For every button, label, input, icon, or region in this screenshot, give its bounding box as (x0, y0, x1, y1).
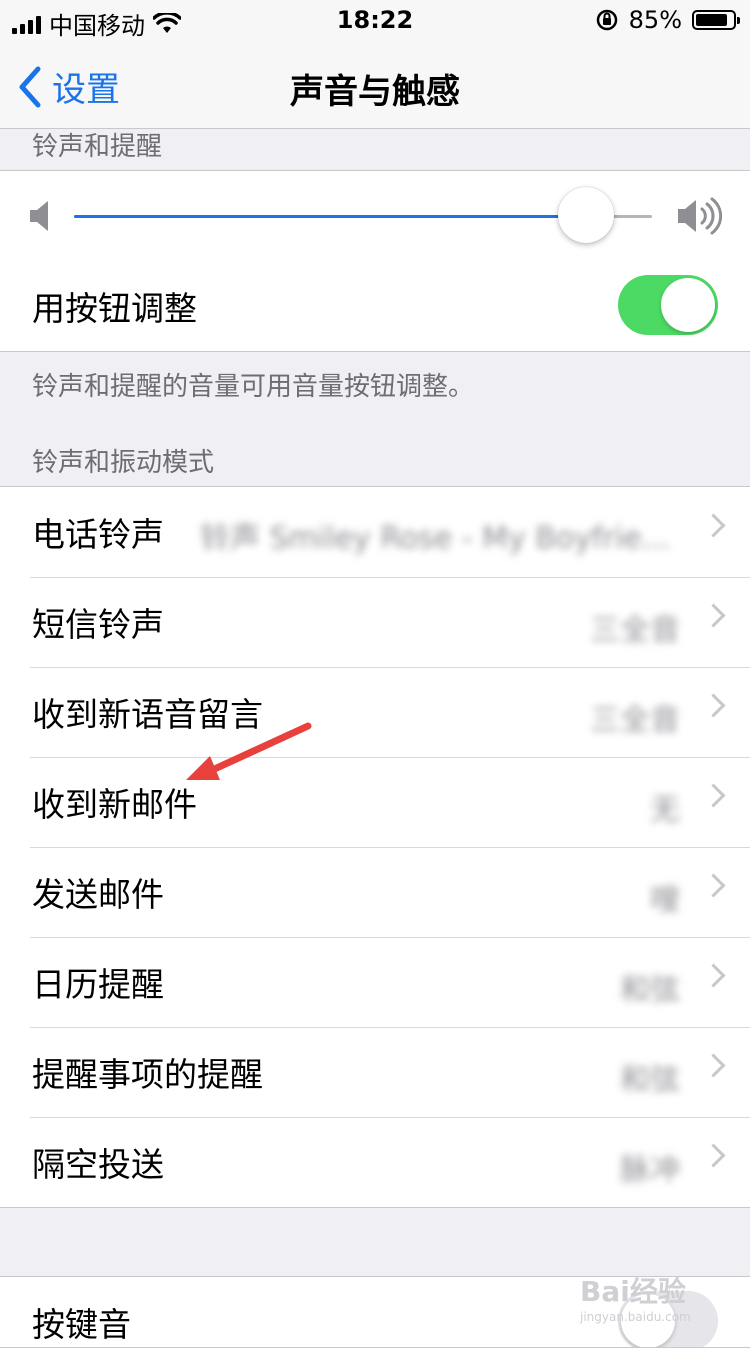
annotation-arrow-icon (186, 722, 312, 780)
ringer-group: 用按钮调整 (0, 170, 750, 352)
page-title: 声音与触感 (290, 72, 460, 112)
navigation-bar: 设置 声音与触感 (0, 40, 750, 129)
watermark-logo: Bai经验 jingyan.baidu.com (580, 1275, 691, 1324)
chevron-right-icon (701, 963, 726, 988)
list-item-ringtone[interactable]: 电话铃声 铃声 Smiley Rose - My Boyfrie... (0, 487, 750, 577)
patterns-group: 电话铃声 铃声 Smiley Rose - My Boyfrie... 短信铃声… (0, 486, 750, 1208)
list-item-new-mail[interactable]: 收到新邮件 无 (0, 757, 750, 847)
list-item-value: 和弦 (620, 973, 680, 1008)
chevron-right-icon (701, 1143, 726, 1168)
chevron-right-icon (701, 1053, 726, 1078)
status-bar: 中国移动 18:22 85% (0, 0, 750, 40)
keyboard-clicks-label: 按键音 (32, 1305, 131, 1344)
list-item-text-tone[interactable]: 短信铃声 三全音 (0, 577, 750, 667)
battery-icon (692, 10, 740, 30)
list-item-value: 无 (650, 793, 680, 828)
list-item-value: 和弦 (620, 1063, 680, 1098)
list-item-value: 嗖 (650, 883, 680, 918)
list-item-sent-mail[interactable]: 发送邮件 嗖 (0, 847, 750, 937)
list-item-label: 收到新邮件 (32, 785, 197, 824)
change-with-buttons-row: 用按钮调整 (0, 261, 750, 351)
chevron-right-icon (701, 693, 726, 718)
list-item-label: 日历提醒 (32, 965, 164, 1004)
list-item-value: 脉冲 (620, 1153, 680, 1188)
volume-slider-fill (74, 215, 586, 218)
list-item-value: 三全音 (590, 613, 680, 648)
orientation-lock-icon (596, 9, 617, 31)
volume-slider-thumb[interactable] (557, 187, 614, 243)
list-item-reminder-alerts[interactable]: 提醒事项的提醒 和弦 (0, 1027, 750, 1117)
volume-high-icon (678, 197, 722, 235)
list-item-label: 发送邮件 (32, 875, 164, 914)
list-item-calendar-alerts[interactable]: 日历提醒 和弦 (0, 937, 750, 1027)
list-item-label: 提醒事项的提醒 (32, 1055, 263, 1094)
battery-percent: 85% (628, 6, 682, 34)
chevron-right-icon (701, 603, 726, 628)
list-item-label: 短信铃声 (32, 605, 164, 644)
list-item-new-voicemail[interactable]: 收到新语音留言 三全音 (0, 667, 750, 757)
chevron-right-icon (701, 873, 726, 898)
list-item-label: 电话铃声 (32, 515, 164, 554)
chevron-right-icon (701, 783, 726, 808)
list-item-value: 三全音 (590, 703, 680, 738)
ringer-footer-note: 铃声和提醒的音量可用音量按钮调整。 (32, 372, 475, 402)
section-header-ringer: 铃声和提醒 (32, 132, 163, 162)
chevron-right-icon (701, 513, 726, 538)
volume-slider-row (0, 171, 750, 261)
section-header-patterns: 铃声和振动模式 (32, 448, 215, 478)
volume-low-icon (30, 201, 48, 231)
list-item-value: 铃声 Smiley Rose - My Boyfrie... (200, 521, 671, 556)
list-item-airdrop[interactable]: 隔空投送 脉冲 (0, 1117, 750, 1207)
change-with-buttons-toggle[interactable] (618, 275, 718, 335)
change-with-buttons-label: 用按钮调整 (32, 289, 197, 328)
list-item-label: 隔空投送 (32, 1145, 164, 1184)
